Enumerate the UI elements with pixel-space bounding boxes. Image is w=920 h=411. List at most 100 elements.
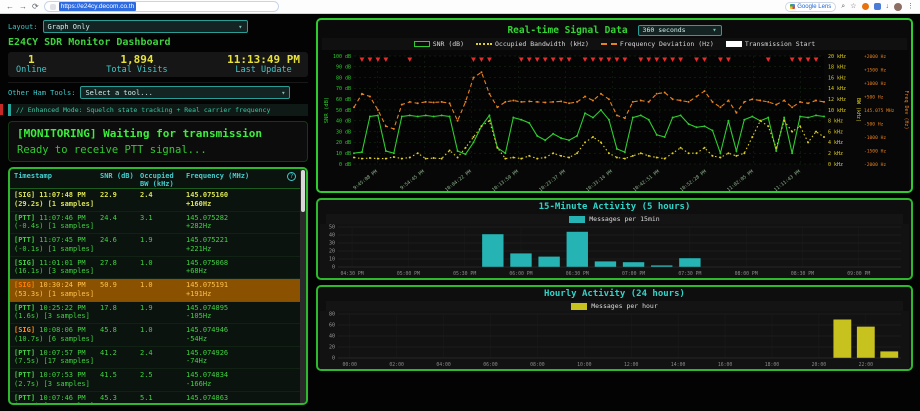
table-cell: 41.5 <box>100 371 140 389</box>
toolbar-actions: Google Lens ⌕ ☆ ↓ ⋮ <box>785 2 914 12</box>
legend-swatch <box>601 43 617 45</box>
table-cell: [PTT] 11:07:46 PM (-0.4s) [1 samples] <box>14 214 100 232</box>
table-cell: [PTT] 10:07:46 PM (5.6s) [11 samples] <box>14 394 100 404</box>
table-row[interactable]: [SIG] 10:30:24 PM (53.3s) [1 samples]50.… <box>10 279 300 302</box>
tools-row: Other Ham Tools: Select a tool... ▾ <box>8 82 308 99</box>
signal-log-table: Timestamp SNR (dB) Occupied BW (kHz) Fre… <box>8 167 308 405</box>
last-update-label: Last Update <box>227 66 300 75</box>
forward-icon[interactable]: → <box>19 3 27 11</box>
reload-icon[interactable]: ⟳ <box>32 3 39 11</box>
svg-text:30 dB: 30 dB <box>336 129 351 135</box>
svg-text:80 dB: 80 dB <box>336 75 351 81</box>
google-lens-button[interactable]: Google Lens <box>785 2 836 12</box>
svg-text:80: 80 <box>329 312 335 318</box>
left-column: Layout: Graph Only ▾ E24CY SDR Monitor D… <box>8 20 308 405</box>
stats-panel: 1 Online 1,894 Total Visits 11:13:49 PM … <box>8 52 308 77</box>
svg-text:12:00: 12:00 <box>624 362 639 368</box>
legend-item[interactable]: Frequency Deviation (Hz) <box>601 40 714 48</box>
edge-marker <box>0 104 3 115</box>
hourly-chart[interactable]: 02040608000:0002:0004:0006:0008:0010:001… <box>320 311 909 369</box>
menu-dots-icon[interactable]: ⋮ <box>907 3 914 10</box>
legend-item[interactable]: SNR (dB) <box>414 40 464 48</box>
table-cell: 1.0 <box>140 326 186 344</box>
browser-toolbar: ← → ⟳ https://e24cy.decom.co.th Google L… <box>0 0 920 14</box>
tools-select[interactable]: Select a tool... ▾ <box>80 86 290 99</box>
page-title: E24CY SDR Monitor Dashboard <box>8 37 308 48</box>
monitoring-status-line: [MONITORING] Waiting for transmission <box>17 127 299 140</box>
help-icon[interactable]: ? <box>287 172 296 181</box>
svg-text:0: 0 <box>332 265 335 271</box>
col-frequency: Frequency (MHz) <box>186 172 302 186</box>
table-cell: 1.0 <box>140 281 186 299</box>
act15-legend-label: Messages per 15min <box>589 215 659 223</box>
legend-label: Transmission Start <box>745 40 815 48</box>
table-cell: 145.074834-166Hz <box>186 371 300 389</box>
table-row[interactable]: [PTT] 10:07:57 PM (7.5s) [17 samples]41.… <box>10 347 300 370</box>
activity-15min-title: 15-Minute Activity (5 hours) <box>318 200 911 212</box>
svg-text:05:30 PM: 05:30 PM <box>453 271 476 277</box>
table-cell: 145.075282+282Hz <box>186 214 300 232</box>
downloads-icon[interactable]: ↓ <box>886 3 890 10</box>
table-cell: 145.074863-137Hz <box>186 394 300 404</box>
svg-text:10:00: 10:00 <box>577 362 592 368</box>
signal-type-tag: [PTT] <box>14 394 35 402</box>
extension-icon-blue[interactable] <box>874 3 881 10</box>
table-row[interactable]: [PTT] 10:25:22 PM (1.6s) [3 samples]17.8… <box>10 302 300 325</box>
table-row[interactable]: [SIG] 10:08:06 PM (10.7s) [6 samples]45.… <box>10 324 300 347</box>
svg-text:00:00: 00:00 <box>343 362 358 368</box>
svg-text:145.075 MHz: 145.075 MHz <box>864 108 895 114</box>
table-cell: 50.9 <box>100 281 140 299</box>
table-cell: 2.4 <box>140 349 186 367</box>
signal-legend: SNR (dB) Occupied Bandwidth (kHz) Frequenc… <box>322 38 907 50</box>
svg-text:SNR (dB): SNR (dB) <box>324 97 330 124</box>
table-row[interactable]: [PTT] 10:07:53 PM (2.7s) [3 samples]41.5… <box>10 369 300 392</box>
layout-select[interactable]: Graph Only ▾ <box>43 20 248 33</box>
stat-online: 1 Online <box>16 54 47 75</box>
table-cell: 27.8 <box>100 259 140 277</box>
table-row[interactable]: [PTT] 10:07:46 PM (5.6s) [11 samples]45.… <box>10 392 300 404</box>
table-row[interactable]: [SIG] 11:07:48 PM (29.2s) [1 samples]22.… <box>10 189 300 212</box>
hourly-activity-legend[interactable]: Messages per hour <box>326 301 903 311</box>
svg-text:06:30 PM: 06:30 PM <box>566 271 589 277</box>
signal-table-body: [SIG] 11:07:48 PM (29.2s) [1 samples]22.… <box>10 189 300 403</box>
search-icon[interactable]: ⌕ <box>841 3 845 10</box>
back-icon[interactable]: ← <box>6 3 14 11</box>
lens-label: Google Lens <box>797 4 831 10</box>
table-cell: 145.074895-105Hz <box>186 304 300 322</box>
profile-avatar[interactable] <box>894 3 902 11</box>
time-range-select[interactable]: 360 seconds ▾ <box>638 25 722 36</box>
table-cell: [PTT] 10:25:22 PM (1.6s) [3 samples] <box>14 304 100 322</box>
svg-text:+1500 Hz: +1500 Hz <box>864 67 886 73</box>
svg-text:60 dB: 60 dB <box>336 97 351 103</box>
table-scrollbar[interactable] <box>300 169 306 403</box>
legend-item[interactable]: Occupied Bandwidth (kHz) <box>476 40 589 48</box>
table-cell: 145.074926-74Hz <box>186 349 300 367</box>
scrollbar-thumb[interactable] <box>301 170 305 212</box>
svg-text:70 dB: 70 dB <box>336 86 351 92</box>
address-bar[interactable]: https://e24cy.decom.co.th <box>44 1 279 12</box>
svg-text:04:30 PM: 04:30 PM <box>341 271 364 277</box>
svg-text:22:00: 22:00 <box>859 362 874 368</box>
extension-icon-orange[interactable] <box>862 3 869 10</box>
svg-text:04:00: 04:00 <box>436 362 451 368</box>
site-info-icon[interactable] <box>50 4 56 10</box>
signal-chart[interactable]: 100 dB90 dB80 dB70 dB60 dB50 dB40 dB30 d… <box>320 50 909 193</box>
activity-15min-chart[interactable]: 0102030405004:30 PM05:00 PM05:30 PM06:00… <box>320 224 909 278</box>
bookmark-star-icon[interactable]: ☆ <box>850 3 856 10</box>
table-cell: 2.4 <box>140 191 186 209</box>
svg-text:-1500 Hz: -1500 Hz <box>864 148 886 154</box>
table-row[interactable]: [SIG] 11:01:01 PM (16.1s) [3 samples]27.… <box>10 257 300 280</box>
table-cell: [SIG] 10:08:06 PM (10.7s) [6 samples] <box>14 326 100 344</box>
url-text[interactable]: https://e24cy.decom.co.th <box>59 2 137 11</box>
activity-15min-legend[interactable]: Messages per 15min <box>326 214 903 224</box>
signal-type-tag: [PTT] <box>14 371 35 379</box>
svg-text:0: 0 <box>332 356 335 362</box>
table-cell: 145.075160+160Hz <box>186 191 300 209</box>
legend-item[interactable]: Transmission Start <box>726 40 815 48</box>
table-row[interactable]: [PTT] 11:07:45 PM (-0.1s) [1 samples]24.… <box>10 234 300 257</box>
signal-type-tag: [SIG] <box>14 326 35 334</box>
svg-text:20 dB: 20 dB <box>336 140 351 146</box>
svg-text:20: 20 <box>329 249 335 255</box>
table-cell: 1.0 <box>140 259 186 277</box>
table-row[interactable]: [PTT] 11:07:46 PM (-0.4s) [1 samples]24.… <box>10 212 300 235</box>
